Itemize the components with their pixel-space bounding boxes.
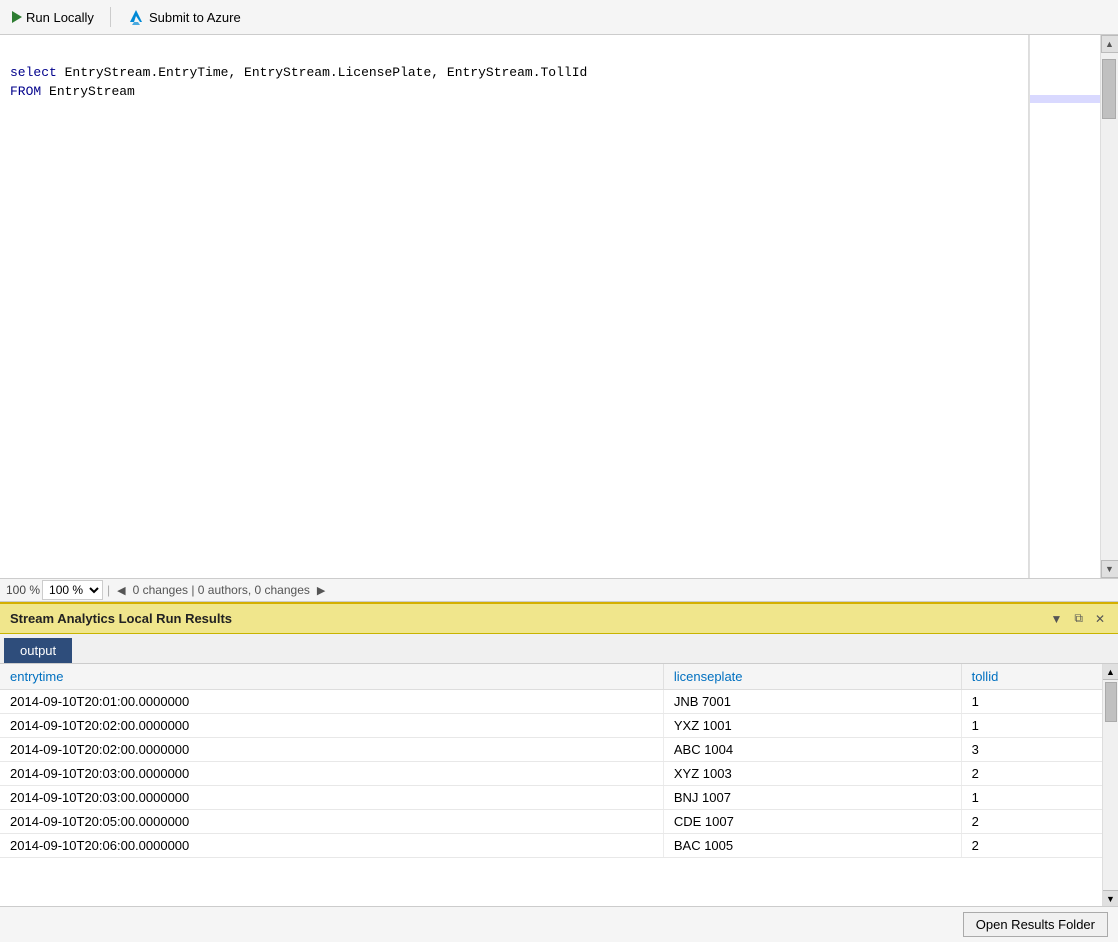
editor-main: select EntryStream.EntryTime, EntryStrea… bbox=[0, 35, 1118, 578]
status-bar: 100 % 100 % 75 % 125 % 150 % | ◀ 0 chang… bbox=[0, 578, 1118, 602]
scroll-thumb bbox=[1102, 59, 1116, 119]
cell-licenseplate[interactable]: ABC 1004 bbox=[663, 738, 961, 762]
col-entrytime: entrytime bbox=[0, 664, 663, 690]
toolbar-divider bbox=[110, 7, 111, 27]
results-close-btn[interactable]: ✕ bbox=[1092, 611, 1108, 627]
results-scroll-down[interactable]: ▼ bbox=[1103, 890, 1118, 906]
cell-entrytime: 2014-09-10T20:03:00.0000000 bbox=[0, 786, 663, 810]
zoom-control: 100 % 100 % 75 % 125 % 150 % bbox=[6, 580, 103, 600]
results-table: entrytime licenseplate tollid 2014-09-10… bbox=[0, 664, 1118, 858]
zoom-value: 100 % bbox=[6, 583, 40, 597]
cell-tollid[interactable]: 1 bbox=[961, 786, 1118, 810]
cell-tollid: 2 bbox=[961, 762, 1118, 786]
table-row: 2014-09-10T20:03:00.0000000XYZ 10032 bbox=[0, 762, 1118, 786]
table-row: 2014-09-10T20:01:00.0000000JNB 70011 bbox=[0, 690, 1118, 714]
cell-licenseplate[interactable]: JNB 7001 bbox=[663, 690, 961, 714]
editor-scrollbar: ▲ ▼ bbox=[1100, 35, 1118, 578]
cell-entrytime: 2014-09-10T20:02:00.0000000 bbox=[0, 738, 663, 762]
scroll-down-btn[interactable]: ▼ bbox=[1101, 560, 1118, 578]
table-row: 2014-09-10T20:02:00.0000000ABC 10043 bbox=[0, 738, 1118, 762]
run-locally-button[interactable]: Run Locally bbox=[8, 8, 98, 27]
cell-entrytime: 2014-09-10T20:02:00.0000000 bbox=[0, 714, 663, 738]
results-float-btn[interactable]: ⧉ bbox=[1071, 610, 1086, 627]
cell-tollid[interactable]: 1 bbox=[961, 714, 1118, 738]
col-tollid: tollid bbox=[961, 664, 1118, 690]
minimap bbox=[1029, 35, 1100, 578]
results-scroll-track bbox=[1103, 680, 1118, 890]
results-controls: ▼ ⧉ ✕ bbox=[1047, 610, 1108, 627]
cell-tollid: 3 bbox=[961, 738, 1118, 762]
results-footer: Open Results Folder bbox=[0, 906, 1118, 942]
run-icon bbox=[12, 11, 22, 23]
results-dropdown-btn[interactable]: ▼ bbox=[1047, 611, 1065, 627]
results-scrollbar[interactable]: ▲ ▼ bbox=[1102, 664, 1118, 906]
tab-output[interactable]: output bbox=[4, 638, 72, 663]
run-locally-label: Run Locally bbox=[26, 10, 94, 25]
minimap-thumb bbox=[1030, 95, 1100, 103]
results-table-container[interactable]: entrytime licenseplate tollid 2014-09-10… bbox=[0, 664, 1118, 906]
results-scroll-up[interactable]: ▲ bbox=[1103, 664, 1118, 680]
toolbar: Run Locally Submit to Azure bbox=[0, 0, 1118, 35]
results-header: Stream Analytics Local Run Results ▼ ⧉ ✕ bbox=[0, 602, 1118, 634]
results-tbody: 2014-09-10T20:01:00.0000000JNB 700112014… bbox=[0, 690, 1118, 858]
results-scroll-thumb bbox=[1105, 682, 1117, 722]
table-header: entrytime licenseplate tollid bbox=[0, 664, 1118, 690]
scroll-track[interactable] bbox=[1101, 53, 1118, 560]
cell-tollid[interactable]: 1 bbox=[961, 690, 1118, 714]
results-tabs: output bbox=[0, 634, 1118, 664]
cell-licenseplate[interactable]: BAC 1005 bbox=[663, 834, 961, 858]
results-panel: Stream Analytics Local Run Results ▼ ⧉ ✕… bbox=[0, 602, 1118, 942]
submit-azure-label: Submit to Azure bbox=[149, 10, 241, 25]
status-info: 0 changes | 0 authors, 0 changes bbox=[133, 583, 310, 597]
results-title: Stream Analytics Local Run Results bbox=[10, 611, 232, 626]
editor-right-panel: ▲ ▼ bbox=[1028, 35, 1118, 578]
editor-container: select EntryStream.EntryTime, EntryStrea… bbox=[0, 35, 1118, 602]
table-row: 2014-09-10T20:02:00.0000000YXZ 10011 bbox=[0, 714, 1118, 738]
scroll-up-btn[interactable]: ▲ bbox=[1101, 35, 1118, 53]
zoom-dropdown[interactable]: 100 % 75 % 125 % 150 % bbox=[42, 580, 103, 600]
cell-entrytime: 2014-09-10T20:03:00.0000000 bbox=[0, 762, 663, 786]
cell-entrytime: 2014-09-10T20:01:00.0000000 bbox=[0, 690, 663, 714]
table-row: 2014-09-10T20:03:00.0000000BNJ 10071 bbox=[0, 786, 1118, 810]
editor-code[interactable]: select EntryStream.EntryTime, EntryStrea… bbox=[0, 35, 1028, 578]
status-sep1: | bbox=[107, 583, 110, 597]
table-row: 2014-09-10T20:06:00.0000000BAC 10052 bbox=[0, 834, 1118, 858]
col-licenseplate: licenseplate bbox=[663, 664, 961, 690]
cell-licenseplate[interactable]: XYZ 1003 bbox=[663, 762, 961, 786]
cell-tollid: 2 bbox=[961, 834, 1118, 858]
nav-next-btn[interactable]: ▶ bbox=[314, 583, 328, 598]
cell-licenseplate[interactable]: CDE 1007 bbox=[663, 810, 961, 834]
cell-tollid: 2 bbox=[961, 810, 1118, 834]
cell-licenseplate[interactable]: BNJ 1007 bbox=[663, 786, 961, 810]
cell-entrytime: 2014-09-10T20:05:00.0000000 bbox=[0, 810, 663, 834]
cell-licenseplate[interactable]: YXZ 1001 bbox=[663, 714, 961, 738]
submit-azure-button[interactable]: Submit to Azure bbox=[123, 6, 245, 28]
nav-prev-btn[interactable]: ◀ bbox=[114, 583, 128, 598]
open-results-button[interactable]: Open Results Folder bbox=[963, 912, 1108, 937]
azure-icon bbox=[127, 8, 145, 26]
table-row: 2014-09-10T20:05:00.0000000CDE 10072 bbox=[0, 810, 1118, 834]
cell-entrytime: 2014-09-10T20:06:00.0000000 bbox=[0, 834, 663, 858]
